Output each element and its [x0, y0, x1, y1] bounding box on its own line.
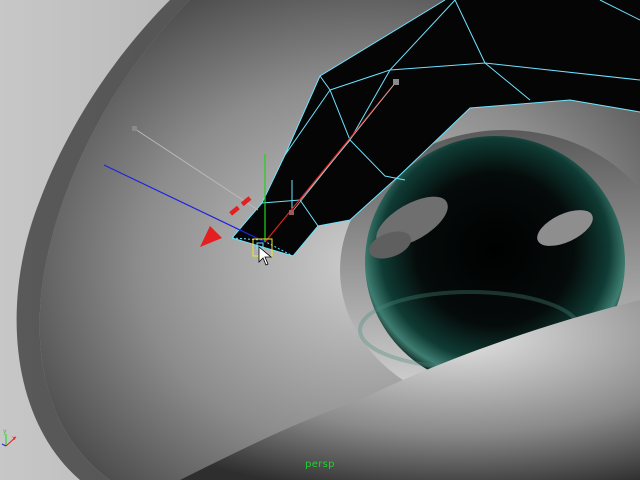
- handle-endpoint[interactable]: [393, 79, 399, 85]
- camera-name-label: persp: [305, 459, 335, 470]
- svg-text:y: y: [3, 428, 7, 435]
- handle-endpoint[interactable]: [132, 126, 137, 131]
- handle-endpoint[interactable]: [289, 210, 294, 215]
- 3d-viewport[interactable]: x y persp: [0, 0, 640, 480]
- viewport-scene[interactable]: x y: [0, 0, 640, 480]
- svg-text:x: x: [12, 435, 16, 442]
